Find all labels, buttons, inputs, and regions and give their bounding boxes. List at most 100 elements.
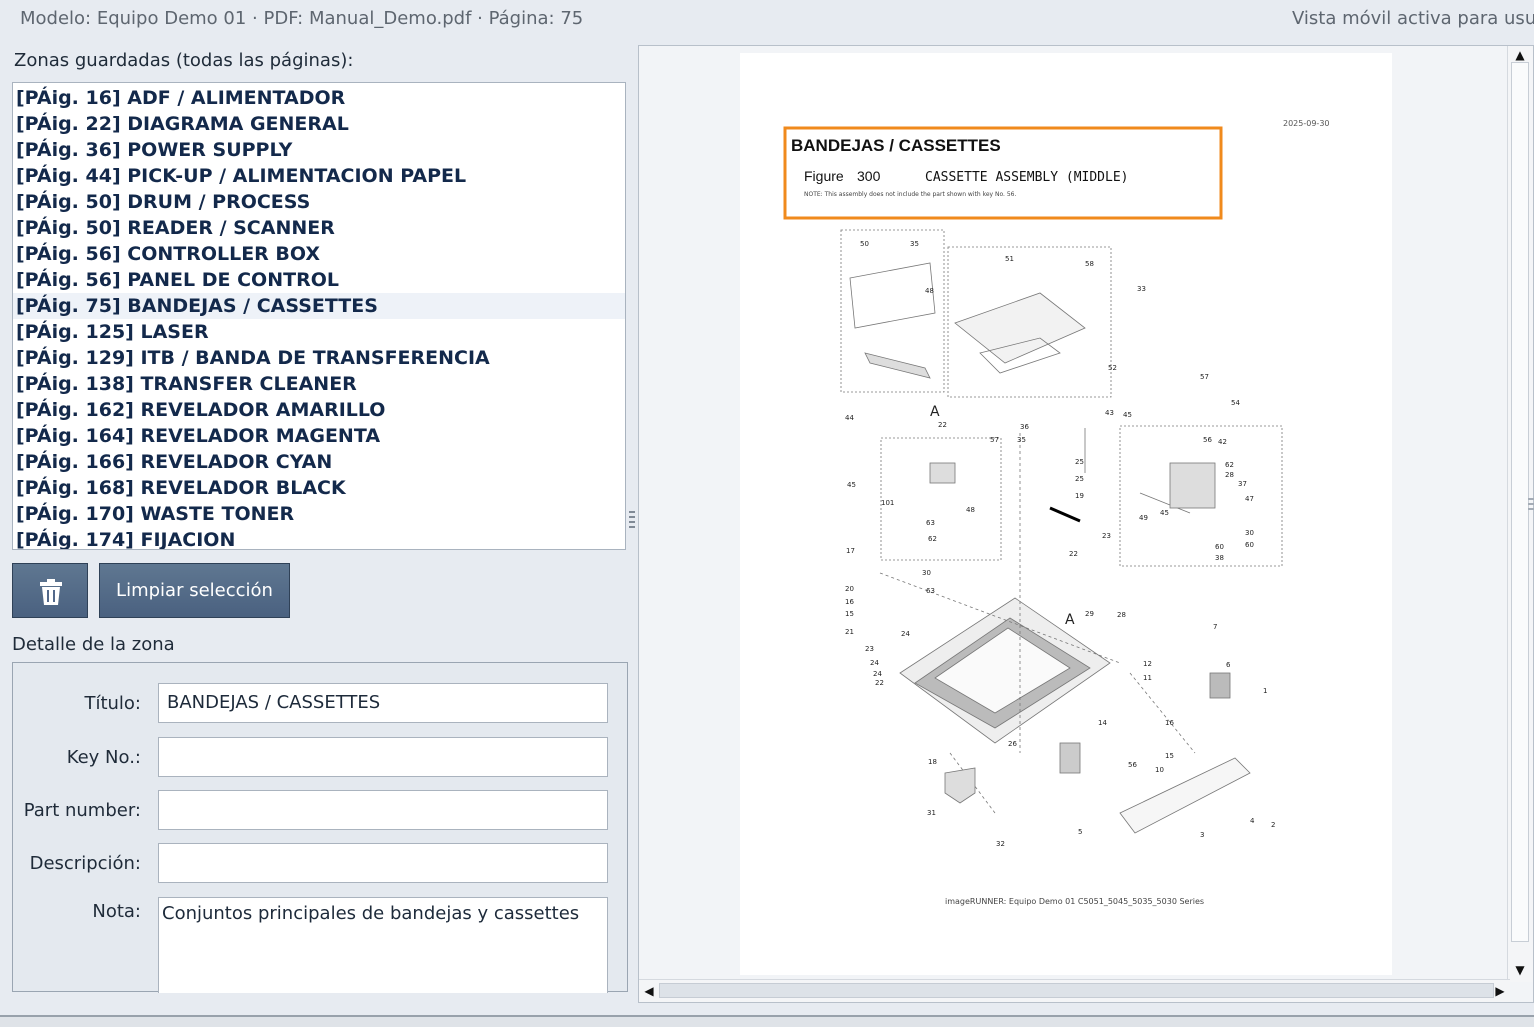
scroll-right-button[interactable]: ▶ <box>1492 983 1508 999</box>
pdf-viewer[interactable]: 2025-09-30 BANDEJAS / CASSETTES Figure 3… <box>638 45 1534 1003</box>
diagram-callout: 28 <box>1225 471 1234 479</box>
zone-list[interactable]: [PÁig. 16] ADF / ALIMENTADOR [PÁig. 22] D… <box>12 82 626 550</box>
diagram-callout: 25 <box>1075 458 1084 466</box>
zone-list-item[interactable]: [PÁig. 162] REVELADOR AMARILLO <box>13 397 625 423</box>
diagram-callout: 48 <box>966 506 975 514</box>
diagram-callout: 28 <box>1117 611 1126 619</box>
scroll-down-button[interactable]: ▼ <box>1512 962 1528 978</box>
zone-list-item[interactable]: [PÁig. 75] BANDEJAS / CASSETTES <box>13 293 625 319</box>
status-bar <box>0 1015 1534 1027</box>
zone-detail-panel: Título: BANDEJAS / CASSETTES Key No.: Pa… <box>12 662 628 993</box>
zone-list-item[interactable]: [PÁig. 125] LASER <box>13 319 625 345</box>
diagram-callout: 18 <box>928 758 937 766</box>
diagram-callout: 43 <box>1105 409 1114 417</box>
diagram-callout: 44 <box>845 414 854 422</box>
scroll-left-button[interactable]: ◀ <box>641 983 657 999</box>
diagram-callout: 29 <box>1085 610 1094 618</box>
diagram-callout: 12 <box>1143 660 1152 668</box>
diagram-callout: 51 <box>1005 255 1014 263</box>
scroll-up-button[interactable]: ▲ <box>1512 47 1528 63</box>
diagram-callout: 23 <box>865 645 874 653</box>
zone-list-item[interactable]: [PÁig. 138] TRANSFER CLEANER <box>13 371 625 397</box>
diagram-callout: 30 <box>1245 529 1254 537</box>
mobile-view-notice: Vista móvil activa para usurr <box>1292 8 1534 29</box>
vertical-scroll-thumb[interactable] <box>1511 62 1529 942</box>
diagram-callout: 16 <box>845 598 854 606</box>
delete-zone-button[interactable] <box>12 563 88 618</box>
diagram-callout: 30 <box>922 569 931 577</box>
diagram-callout: 63 <box>926 587 935 595</box>
horizontal-scrollbar[interactable]: ◀ ▶ <box>639 979 1510 1002</box>
diagram-callout: 62 <box>928 535 937 543</box>
part-number-label: Part number: <box>23 800 141 821</box>
zone-list-item[interactable]: [PÁig. 56] PANEL DE CONTROL <box>13 267 625 293</box>
diagram-callout: 37 <box>1238 480 1247 488</box>
panel-splitter[interactable] <box>629 508 635 536</box>
zone-list-item[interactable]: [PÁig. 166] REVELADOR CYAN <box>13 449 625 475</box>
part-number-field[interactable] <box>158 790 608 830</box>
diagram-callout: 2 <box>1271 821 1275 829</box>
figure-number: 300 <box>857 168 881 184</box>
diagram-callout: 21 <box>845 628 854 636</box>
left-panel: Zonas guardadas (todas las páginas): [PÁ… <box>0 40 632 1015</box>
zone-list-item[interactable]: [PÁig. 168] REVELADOR BLACK <box>13 475 625 501</box>
note-field[interactable]: Conjuntos principales de bandejas y cass… <box>158 897 608 993</box>
zone-list-item[interactable]: [PÁig. 170] WASTE TONER <box>13 501 625 527</box>
diagram-callout: 16 <box>1165 719 1174 727</box>
diagram-callout: 33 <box>1137 285 1146 293</box>
diagram-callout: 63 <box>926 519 935 527</box>
diagram-callout: 22 <box>1069 550 1078 558</box>
diagram-callout: 10 <box>1155 766 1164 774</box>
diagram-callout: 15 <box>845 610 854 618</box>
diagram-callout: 45 <box>1123 411 1132 419</box>
diagram-callout: 62 <box>1225 461 1234 469</box>
title-label: Título: <box>84 693 141 714</box>
zone-list-item[interactable]: [PÁig. 164] REVELADOR MAGENTA <box>13 423 625 449</box>
diagram-callout: 50 <box>860 240 869 248</box>
description-field[interactable] <box>158 843 608 883</box>
zone-list-item[interactable]: [PÁig. 44] PICK-UP / ALIMENTACION PAPEL <box>13 163 625 189</box>
figure-label: Figure <box>804 168 844 184</box>
diagram-callout: 58 <box>1085 260 1094 268</box>
zone-list-item[interactable]: [PÁig. 16] ADF / ALIMENTADOR <box>13 85 625 111</box>
zone-list-item[interactable]: [PÁig. 22] DIAGRAMA GENERAL <box>13 111 625 137</box>
diagram-callout: 14 <box>1098 719 1107 727</box>
diagram-callout: 4 <box>1250 817 1255 825</box>
diagram-callout: 20 <box>845 585 854 593</box>
zone-list-item[interactable]: [PÁig. 174] FIJACION <box>13 527 625 549</box>
diagram-callout: 31 <box>927 809 936 817</box>
zone-highlight-title: BANDEJAS / CASSETTES <box>791 136 1001 155</box>
key-no-field[interactable] <box>158 737 608 777</box>
page-footer: imageRUNNER: Equipo Demo 01 C5051_5045_5… <box>945 897 1204 906</box>
zone-list-item[interactable]: [PÁig. 36] POWER SUPPLY <box>13 137 625 163</box>
pdf-page: 2025-09-30 BANDEJAS / CASSETTES Figure 3… <box>740 53 1392 975</box>
figure-title: CASSETTE ASSEMBLY (MIDDLE) <box>925 170 1129 185</box>
diagram-callout: 36 <box>1020 423 1029 431</box>
diagram-callout: 11 <box>1143 674 1152 682</box>
zone-list-item[interactable]: [PÁig. 129] ITB / BANDA DE TRANSFERENCIA <box>13 345 625 371</box>
exploded-diagram: 2025-09-30 BANDEJAS / CASSETTES Figure 3… <box>783 119 1330 906</box>
diagram-callout: 35 <box>1017 436 1026 444</box>
zone-list-item[interactable]: [PÁig. 50] READER / SCANNER <box>13 215 625 241</box>
diagram-callout: 60 <box>1245 541 1254 549</box>
diagram-callout: 54 <box>1231 399 1240 407</box>
description-label: Descripción: <box>29 853 141 874</box>
diagram-callout: 24 <box>870 659 879 667</box>
diagram-callout: 25 <box>1075 475 1084 483</box>
diagram-callout: 24 <box>873 670 882 678</box>
title-field[interactable]: BANDEJAS / CASSETTES <box>158 683 608 723</box>
diagram-callout: 47 <box>1245 495 1254 503</box>
diagram-callout: 35 <box>910 240 919 248</box>
key-no-label: Key No.: <box>66 747 141 768</box>
zones-label: Zonas guardadas (todas las páginas): <box>14 50 354 71</box>
clear-selection-button[interactable]: Limpiar selección <box>99 563 290 618</box>
zone-list-item[interactable]: [PÁig. 56] CONTROLLER BOX <box>13 241 625 267</box>
diagram-callout: 5 <box>1078 828 1082 836</box>
diagram-callout: 7 <box>1213 623 1217 631</box>
diagram-callout: 19 <box>1075 492 1084 500</box>
figure-note: NOTE: This assembly does not include the… <box>804 191 1016 198</box>
right-splitter[interactable] <box>1528 495 1534 519</box>
zone-list-item[interactable]: [PÁig. 50] DRUM / PROCESS <box>13 189 625 215</box>
trash-icon <box>40 579 62 605</box>
horizontal-scroll-thumb[interactable] <box>659 983 1494 998</box>
